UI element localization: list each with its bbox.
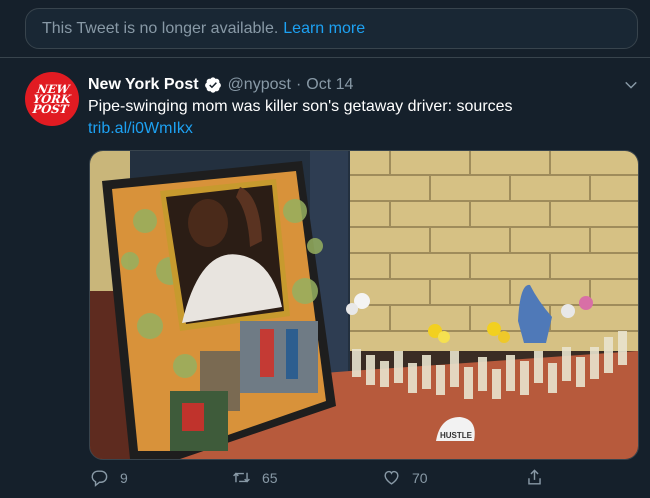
tweet-actions: 9 65 70	[88, 468, 640, 494]
memorial-photo: HUSTLE	[90, 151, 638, 459]
like-count: 70	[412, 469, 428, 486]
avatar-logo-text: NEW YORK POST	[31, 82, 72, 116]
verified-badge-icon	[204, 77, 221, 93]
divider	[0, 57, 650, 58]
unavailable-text: This Tweet is no longer available.	[42, 19, 279, 37]
tweet-header: New York Post @nypost · Oct 14	[88, 74, 353, 96]
share-button[interactable]	[525, 468, 555, 487]
learn-more-link[interactable]: Learn more	[283, 20, 365, 38]
like-button[interactable]: 70	[382, 468, 428, 487]
tweet-date[interactable]: Oct 14	[306, 76, 353, 94]
retweet-button[interactable]: 65	[232, 468, 278, 487]
like-icon	[384, 470, 399, 485]
author-name[interactable]: New York Post	[88, 76, 199, 94]
author-handle[interactable]: @nypost	[228, 76, 291, 94]
reply-icon	[91, 470, 108, 487]
header-separator: ·	[295, 76, 302, 93]
tweet-image[interactable]: HUSTLE	[89, 150, 639, 460]
retweet-count: 65	[262, 469, 278, 486]
caret-down-icon[interactable]	[622, 76, 640, 94]
retweet-icon	[233, 472, 250, 483]
unavailable-tweet-notice: This Tweet is no longer available. Learn…	[25, 8, 638, 49]
tweet-link[interactable]: trib.al/i0WmIkx	[88, 120, 193, 138]
cap-text: HUSTLE	[440, 431, 473, 440]
reply-count: 9	[120, 469, 128, 486]
avatar[interactable]: NEW YORK POST	[25, 72, 79, 126]
tweet-text: Pipe-swinging mom was killer son's getaw…	[88, 98, 513, 115]
reply-button[interactable]: 9	[90, 468, 128, 487]
share-icon	[528, 469, 541, 485]
